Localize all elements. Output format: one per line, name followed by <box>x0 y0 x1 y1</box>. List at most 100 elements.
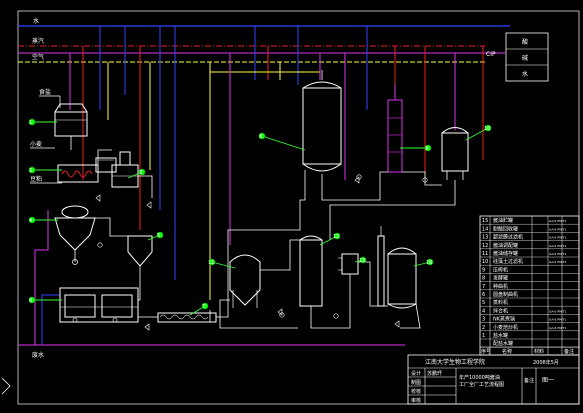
parts-row-no: 14 <box>482 226 488 232</box>
title-design: 设计 <box>411 370 421 377</box>
parts-row-name: 酱油调配罐 <box>493 242 518 249</box>
svg-text:3: 3 <box>139 170 142 176</box>
parts-row-name: 酱油贮罐 <box>493 217 513 224</box>
parts-row-no: 8 <box>482 276 485 282</box>
svg-text:1: 1 <box>29 120 32 126</box>
equipment-brine-tank <box>54 103 88 150</box>
parts-row-tag: GA-6 PM/T1 <box>549 260 566 264</box>
parts-row-no: 9 <box>482 267 485 273</box>
svg-text:6: 6 <box>29 298 32 304</box>
air-label: 空气 <box>32 53 44 61</box>
parts-row-no: 3 <box>482 317 485 323</box>
svg-text:7: 7 <box>202 304 205 310</box>
cip-alkali-label: 碱 <box>522 55 528 62</box>
svg-text:12: 12 <box>333 234 339 240</box>
steam-label: 蒸汽 <box>32 37 44 45</box>
svg-text:2: 2 <box>29 168 32 174</box>
title-draw: 制图 <box>411 379 421 386</box>
parts-row-tag: GA-6 PM/T1 <box>549 236 566 240</box>
parts-row-name: 配盐水罐 <box>493 340 513 347</box>
parts-row-name: 小麦焙炒机 <box>493 324 518 331</box>
parts-row-tag: GA-6 PM/T1 <box>549 227 566 231</box>
parts-header-name: 名称 <box>502 348 512 355</box>
title-school: 江南大学生物工程学院 <box>425 358 485 366</box>
parts-row-no: 12 <box>482 243 488 249</box>
parts-row-no: 13 <box>482 235 488 241</box>
equipment-press <box>387 85 403 173</box>
parts-row-no: 2 <box>482 325 485 331</box>
parts-row-name: 耐酸回收罐 <box>493 225 518 232</box>
equipment-soy-sauce-tank <box>387 247 417 309</box>
parts-row-name: NK蒸煮锅 <box>493 316 515 323</box>
parts-list-table: 15 酱油贮罐 GA-6 PM/T114 耐酸回收罐 GA-6 PM/T113 超滤膜过滤… <box>479 215 580 356</box>
parts-header-no: 序号 <box>481 348 491 355</box>
parts-row-name: 圆盘制曲机 <box>493 291 518 298</box>
parts-row-name: 硅藻土过滤机 <box>493 258 523 265</box>
salt-label: 食盐 <box>39 88 51 96</box>
title-sheet: 图一 <box>542 377 554 384</box>
equipment-ultrafiltration <box>338 253 359 275</box>
equipment-screw-conveyor <box>157 312 217 323</box>
parts-row-no: 5 <box>482 300 485 306</box>
wastewater-label: 废水 <box>32 351 44 359</box>
equipment-disc-koji-maker <box>59 287 139 323</box>
parts-row-name: 盐水罐 <box>493 332 508 339</box>
svg-text:8: 8 <box>259 134 262 140</box>
parts-rows: 15 酱油贮罐 GA-6 PM/T114 耐酸回收罐 GA-6 PM/T113 超滤膜过滤… <box>480 217 579 348</box>
soybean-label: 豆粕 <box>30 175 42 183</box>
equipment-blending-tank <box>299 235 323 316</box>
title-note: 备注 <box>524 377 534 384</box>
equipment-wheat-roaster <box>57 157 117 183</box>
parts-row-name: 超滤膜过滤机 <box>493 234 523 241</box>
parts-row-tag: GA-6 PM/T1 <box>549 326 566 330</box>
parts-row-no: 10 <box>482 259 488 265</box>
parts-row-tag: GA-6 PM/T1 <box>549 219 566 223</box>
parts-row-tag: GA-6 PM/T1 <box>549 318 566 322</box>
process-flow-diagram: 水 蒸汽 空气 CIP 酸 碱 水 废水 食盐 小麦 豆粕 1 2 3 4 5 … <box>1 10 580 405</box>
svg-text:11: 11 <box>208 260 214 266</box>
parts-row-no: 11 <box>482 251 488 257</box>
svg-text:5: 5 <box>157 233 160 239</box>
parts-row-name: 种曲机 <box>493 283 508 290</box>
utility-drops <box>69 26 484 300</box>
svg-text:4: 4 <box>29 218 32 224</box>
svg-text:9: 9 <box>425 146 428 152</box>
parts-row-no: 7 <box>482 284 485 290</box>
cip-water-label: 水 <box>522 70 528 78</box>
title-drawing-name: 年产10000吨酱油工厂全厂工艺流程图 <box>459 374 504 388</box>
title-review: 审核 <box>411 397 421 404</box>
equipment-diatomite-filter <box>441 127 469 180</box>
parts-row-name: 压榨机 <box>493 266 508 273</box>
parts-row-no: 4 <box>482 308 485 314</box>
parts-header-note: 备注 <box>564 348 574 355</box>
parts-row-name: 酱油储存罐 <box>493 250 518 257</box>
parts-row-name: 发酵罐 <box>493 275 508 282</box>
svg-text:16: 16 <box>426 260 432 266</box>
cip-label: CIP <box>486 51 496 58</box>
parts-row-no: 6 <box>482 292 485 298</box>
title-designer: 苏鹏玕 <box>427 370 442 377</box>
equipment-storage-tank <box>229 254 261 308</box>
equipment-mixer <box>54 205 96 265</box>
parts-row-tag: GA-6 PM/T1 <box>549 252 566 256</box>
water-label: 水 <box>33 17 39 25</box>
ucs-icon <box>1 377 11 395</box>
equipment-steamer <box>127 235 153 278</box>
parts-row-no: 1 <box>482 333 485 339</box>
parts-row-name: 拌合机 <box>493 307 508 314</box>
parts-row-no: 15 <box>482 218 488 224</box>
title-date: 2008年5月 <box>533 359 559 366</box>
svg-text:13: 13 <box>359 258 365 264</box>
svg-text:10: 10 <box>484 126 490 132</box>
parts-header-material: 材料 <box>534 348 544 355</box>
parts-row-tag: GA-6 PM/T1 <box>549 309 566 313</box>
wheat-label: 小麦 <box>30 140 42 148</box>
parts-row-name: 蒸料机 <box>493 299 508 306</box>
equipment-fermentation-tank <box>302 70 342 185</box>
cip-acid-label: 酸 <box>522 38 528 46</box>
title-block: 江南大学生物工程学院 2008年5月 设计 制图 校核 审核 苏鹏玕 年产100… <box>407 354 580 405</box>
process-lines <box>95 149 456 329</box>
equipment-acid-recovery-tank <box>377 226 385 307</box>
parts-row-tag: GA-6 PM/T1 <box>549 244 566 248</box>
title-check: 校核 <box>411 388 421 395</box>
